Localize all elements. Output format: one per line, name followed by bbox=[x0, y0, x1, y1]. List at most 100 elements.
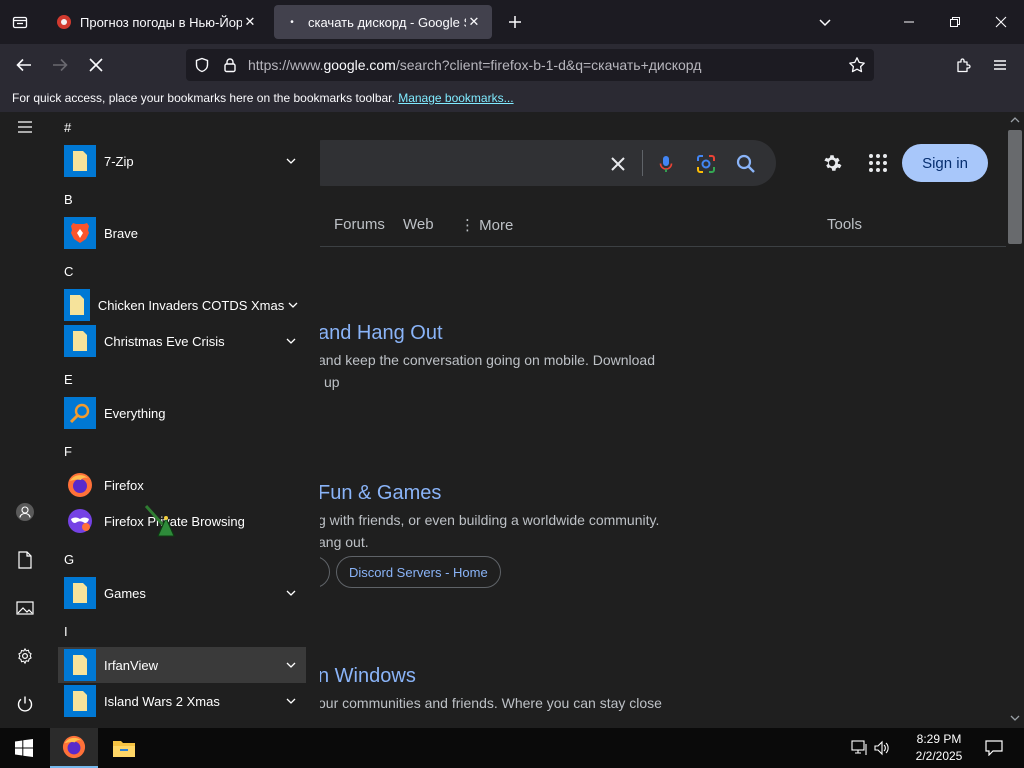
group-header-i[interactable]: I bbox=[64, 624, 68, 639]
sitelink-chip-discord-servers[interactable]: Discord Servers - Home bbox=[336, 556, 501, 588]
app-name: 7-Zip bbox=[104, 153, 134, 169]
app-everything[interactable]: Everything bbox=[58, 395, 306, 431]
chevron-down-icon[interactable] bbox=[280, 582, 302, 604]
gear-icon bbox=[824, 155, 842, 171]
tab-forums[interactable]: Forums bbox=[334, 216, 385, 233]
url-prefix: https://www. bbox=[248, 57, 324, 73]
lock-icon[interactable] bbox=[222, 57, 238, 73]
voice-search-button[interactable] bbox=[654, 152, 678, 176]
close-tab-icon[interactable]: ✕ bbox=[466, 14, 482, 30]
mouse-cursor-icon bbox=[144, 504, 175, 537]
power-button[interactable] bbox=[12, 691, 38, 717]
app-firefox[interactable]: Firefox bbox=[58, 467, 306, 503]
settings-button[interactable] bbox=[12, 643, 38, 669]
chevron-down-icon[interactable] bbox=[280, 330, 302, 352]
extensions-button[interactable] bbox=[950, 51, 978, 79]
close-window-button[interactable] bbox=[988, 9, 1014, 35]
tray-icons[interactable] bbox=[846, 728, 896, 768]
sign-in-button[interactable]: Sign in bbox=[902, 144, 988, 182]
pictures-button[interactable] bbox=[12, 595, 38, 621]
result-title-2[interactable]: Fun & Games bbox=[318, 482, 441, 505]
forward-button[interactable] bbox=[46, 51, 74, 79]
image-search-button[interactable] bbox=[694, 152, 718, 176]
chevron-down-icon[interactable] bbox=[280, 654, 302, 676]
group-header-b[interactable]: B bbox=[64, 192, 73, 207]
more-label: More bbox=[479, 217, 514, 234]
tab-weather[interactable]: Прогноз погоды в Нью-Йорке ✕ bbox=[46, 5, 268, 39]
taskbar-file-explorer[interactable] bbox=[100, 728, 148, 768]
app-irfanview[interactable]: IrfanView bbox=[58, 647, 306, 683]
folder-icon bbox=[64, 145, 96, 177]
expand-menu-button[interactable] bbox=[12, 114, 38, 140]
app-menu-button[interactable] bbox=[986, 51, 1014, 79]
tab-google-search[interactable]: • скачать дискорд - Google Search ✕ bbox=[274, 5, 492, 39]
manage-bookmarks-link[interactable]: Manage bookmarks... bbox=[398, 91, 513, 105]
documents-button[interactable] bbox=[12, 547, 38, 573]
settings-button[interactable] bbox=[819, 150, 845, 176]
action-center-button[interactable] bbox=[970, 728, 1018, 768]
taskbar-firefox[interactable] bbox=[50, 728, 98, 768]
group-header-c[interactable]: C bbox=[64, 264, 73, 279]
app-firefox-private-browsing[interactable]: Firefox Private Browsing bbox=[58, 503, 306, 539]
search-box[interactable] bbox=[300, 140, 776, 186]
scroll-up-icon bbox=[1010, 117, 1020, 123]
close-icon bbox=[995, 16, 1007, 28]
minimize-button[interactable] bbox=[896, 9, 922, 35]
search-submit-button[interactable] bbox=[734, 152, 758, 176]
app-7-zip[interactable]: 7-Zip bbox=[58, 143, 306, 179]
hamburger-icon bbox=[18, 121, 32, 133]
clear-search-button[interactable] bbox=[606, 152, 630, 176]
tools-button[interactable]: Tools bbox=[827, 216, 862, 233]
clock-date: 2/2/2025 bbox=[915, 749, 963, 763]
user-account-button[interactable] bbox=[12, 499, 38, 525]
tabs-divider bbox=[300, 246, 1006, 247]
navigation-toolbar: https://www.google.com/search?client=fir… bbox=[0, 44, 1024, 86]
start-menu-rail bbox=[0, 112, 50, 728]
app-name: Chicken Invaders COTDS Xmas bbox=[97, 297, 285, 313]
stop-loading-button[interactable] bbox=[82, 51, 110, 79]
close-tab-icon[interactable]: ✕ bbox=[242, 14, 258, 30]
group-header-f[interactable]: F bbox=[64, 444, 72, 459]
address-bar[interactable]: https://www.google.com/search?client=fir… bbox=[186, 49, 874, 81]
chevron-down-icon[interactable] bbox=[280, 690, 302, 712]
app-name: Firefox Private Browsing bbox=[104, 513, 245, 529]
result-snippet-1-line1: and keep the conversation going on mobil… bbox=[318, 352, 656, 368]
back-button[interactable] bbox=[10, 51, 38, 79]
google-apps-button[interactable] bbox=[865, 150, 891, 176]
tab-web[interactable]: Web bbox=[403, 216, 434, 233]
brave-icon bbox=[64, 217, 96, 249]
document-icon bbox=[18, 551, 32, 569]
tab-overflow-button[interactable] bbox=[812, 9, 838, 35]
folder-icon bbox=[64, 685, 96, 717]
chevron-down-icon[interactable] bbox=[284, 294, 302, 316]
chevron-down-icon[interactable] bbox=[280, 150, 302, 172]
app-christmas-eve-crisis[interactable]: Christmas Eve Crisis bbox=[58, 323, 306, 359]
start-button[interactable] bbox=[0, 728, 48, 768]
star-icon[interactable] bbox=[848, 56, 866, 74]
result-title-3[interactable]: n Windows bbox=[318, 665, 416, 688]
result-title-1[interactable]: and Hang Out bbox=[318, 322, 443, 345]
app-games[interactable]: Games bbox=[58, 575, 306, 611]
search-icon bbox=[736, 154, 755, 173]
lens-icon bbox=[697, 155, 715, 173]
taskbar-clock[interactable]: 8:29 PM 2/2/2025 bbox=[906, 731, 972, 765]
start-menu: # 7-Zip B Brave C Chicken Invaders COTDS… bbox=[0, 112, 320, 728]
group-header-g[interactable]: G bbox=[64, 552, 74, 567]
shield-icon[interactable] bbox=[194, 57, 210, 73]
tab-list-icon bbox=[12, 16, 28, 29]
stop-icon bbox=[89, 58, 103, 72]
url-rest: /search?client=firefox-b-1-d&q=скачать+д… bbox=[395, 57, 702, 73]
picture-icon bbox=[16, 601, 34, 615]
scrollbar-thumb[interactable] bbox=[1008, 130, 1022, 244]
tab-more[interactable]: ⋮ More bbox=[460, 216, 513, 234]
more-vert-icon: ⋮ bbox=[460, 217, 480, 234]
app-island-wars-2-xmas[interactable]: Island Wars 2 Xmas bbox=[58, 683, 306, 719]
url-text[interactable]: https://www.google.com/search?client=fir… bbox=[248, 57, 701, 73]
group-header-hash[interactable]: # bbox=[64, 120, 71, 135]
restore-button[interactable] bbox=[942, 9, 968, 35]
group-header-e[interactable]: E bbox=[64, 372, 73, 387]
app-chicken-invaders[interactable]: Chicken Invaders COTDS Xmas bbox=[58, 287, 306, 323]
app-brave[interactable]: Brave bbox=[58, 215, 306, 251]
list-all-tabs-button[interactable] bbox=[6, 8, 34, 36]
new-tab-button[interactable] bbox=[502, 9, 528, 35]
